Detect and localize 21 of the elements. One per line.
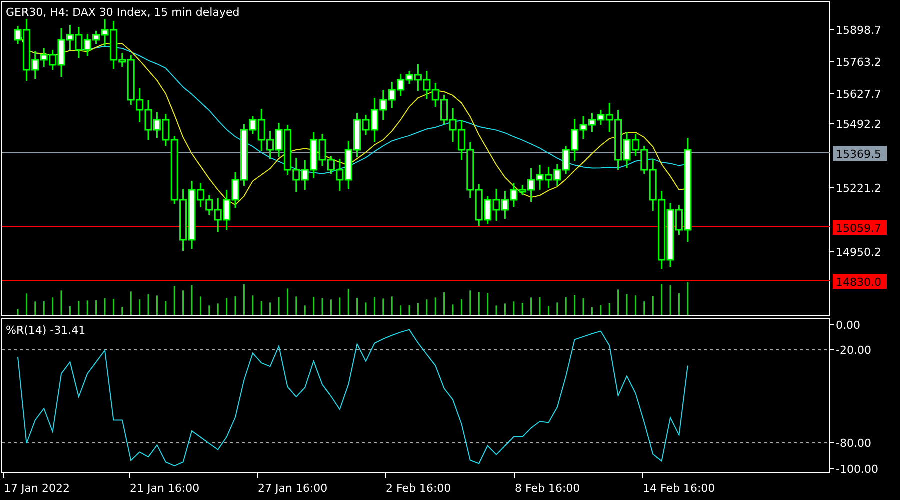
price-axis-label: 15221.2	[836, 182, 882, 195]
time-axis-label: 2 Feb 16:00	[386, 482, 452, 495]
time-axis-label: 17 Jan 2022	[4, 482, 70, 495]
indicator-axis-label: -80.00	[836, 437, 872, 450]
indicator-title: %R(14) -31.41	[6, 324, 86, 337]
price-axis-label: 15898.7	[836, 24, 882, 37]
time-axis-label: 8 Feb 16:00	[515, 482, 580, 495]
price-badge: 14830.0	[833, 274, 887, 289]
price-badge: 15059.7	[833, 220, 887, 235]
price-axis-label: 15763.2	[836, 56, 882, 69]
indicator-axis-label: -100.00	[836, 463, 878, 476]
time-axis-label: 21 Jan 16:00	[130, 482, 200, 495]
indicator-axis-label: -20.00	[836, 344, 872, 357]
price-axis-label: 15492.2	[836, 118, 882, 131]
time-axis-label: 14 Feb 16:00	[643, 482, 716, 495]
indicator-axis-label: 0.00	[836, 319, 860, 332]
price-badge: 15369.5	[833, 146, 887, 161]
price-axis-label: 14950.2	[836, 246, 882, 259]
chart-title: GER30, H4: DAX 30 Index, 15 min delayed	[6, 6, 240, 19]
time-axis-label: 27 Jan 16:00	[258, 482, 328, 495]
price-axis-label: 15627.7	[836, 88, 882, 101]
